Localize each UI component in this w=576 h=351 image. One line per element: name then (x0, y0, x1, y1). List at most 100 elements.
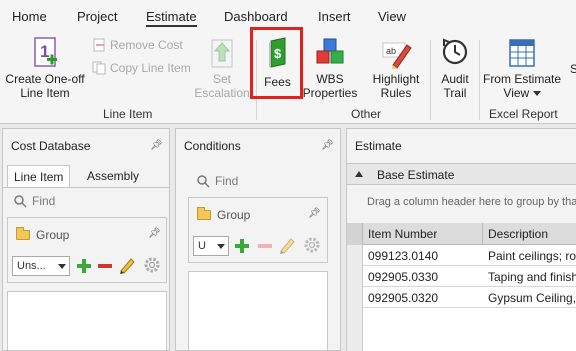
group-label-excel-report: Excel Report (489, 107, 558, 121)
remove-cost-button[interactable]: Remove Cost (92, 38, 183, 52)
remove-icon[interactable] (257, 238, 273, 254)
group-box: Group 📌︎ U (188, 197, 328, 263)
tab-assembly[interactable]: Assembly (81, 165, 145, 187)
edit-pencil-icon[interactable] (118, 256, 136, 274)
collapse-up-icon[interactable] (355, 171, 363, 177)
set-escalation-label-1: Set (212, 72, 231, 86)
gear-icon[interactable] (303, 236, 321, 254)
tab-dashboard[interactable]: Dashboard (224, 9, 288, 24)
wbs-label-1: WBS (316, 72, 344, 86)
group-label: Group (36, 228, 70, 242)
group-label-other: Other (351, 107, 382, 121)
group-drop-area[interactable]: Drag a column header here to group by th… (347, 186, 576, 220)
group-dropdown-value: U (198, 240, 206, 252)
wbs-label-2: Properties (302, 86, 358, 100)
cost-database-panel: Cost Database 📌︎ Line Item Assembly Find… (2, 128, 170, 351)
row-selector (347, 287, 363, 308)
set-escalation-label-2: Escalation (194, 86, 250, 100)
add-icon[interactable] (234, 238, 250, 254)
row-selector (347, 245, 363, 266)
from-estimate-label-2: View (480, 86, 564, 100)
table-row[interactable]: 099123.0140 Paint ceilings; rol (347, 245, 576, 266)
estimate-panel: Estimate Base Estimate Drag a column hea… (346, 128, 576, 351)
edit-pencil-icon[interactable] (278, 236, 296, 254)
add-icon[interactable] (76, 258, 92, 274)
wbs-cubes-icon (316, 38, 344, 64)
conditions-panel: Conditions 📌︎ Find Group 📌︎ U (175, 128, 341, 351)
pin-icon[interactable]: 📌︎ (321, 140, 334, 151)
group-header: Group (16, 227, 70, 242)
create-oneoff-label-2: Line Item (20, 86, 70, 100)
tab-home[interactable]: Home (12, 9, 47, 24)
wbs-properties-button[interactable]: WBS Properties (302, 37, 358, 100)
remove-icon[interactable] (97, 258, 113, 274)
group-drop-hint: Drag a column header here to group by th… (367, 196, 576, 208)
conditions-list (188, 271, 328, 351)
remove-cost-icon (93, 38, 105, 52)
find-placeholder: Find (32, 194, 56, 208)
estimate-title: Estimate (355, 139, 402, 153)
chevron-down-icon (58, 264, 66, 269)
tab-insert[interactable]: Insert (318, 9, 351, 24)
tab-estimate[interactable]: Estimate (146, 9, 197, 27)
from-estimate-view-button[interactable]: From Estimate View (480, 37, 564, 100)
row-description: Gypsum Ceiling, (488, 291, 576, 305)
row-item-number: 092905.0320 (368, 291, 439, 305)
group-dropdown[interactable]: Uns... (12, 256, 70, 276)
base-estimate-header[interactable]: Base Estimate (347, 163, 576, 185)
table-row[interactable]: 092905.0330 Taping and finish (347, 266, 576, 287)
chevron-down-icon (532, 91, 541, 97)
create-oneoff-line-item-button[interactable]: 1 Create One-off Line Item (3, 37, 87, 100)
highlight-rules-button[interactable]: ab Highlight Rules (366, 37, 426, 100)
folder-icon (197, 207, 211, 220)
column-header-description[interactable]: Description (488, 227, 548, 241)
find-row[interactable]: Find (13, 194, 55, 208)
copy-icon (92, 61, 106, 75)
create-oneoff-label-1: Create One-off (5, 72, 85, 86)
chevron-down-icon (217, 244, 225, 249)
group-label: Group (217, 208, 251, 222)
gear-icon[interactable] (143, 256, 161, 274)
ribbon-separator (430, 40, 431, 120)
base-estimate-label: Base Estimate (377, 168, 455, 182)
highlight-rules-label-1: Highlight (372, 72, 420, 86)
group-dropdown-value: Uns... (17, 260, 46, 272)
pin-icon[interactable]: 📌︎ (308, 208, 321, 219)
conditions-title: Conditions (184, 139, 241, 153)
pin-icon[interactable]: 📌︎ (150, 140, 163, 151)
table-row[interactable]: 092905.0320 Gypsum Ceiling, (347, 287, 576, 308)
search-icon (197, 175, 210, 188)
highlight-pen-icon: ab (382, 42, 412, 69)
audit-clock-icon (442, 38, 468, 65)
fees-highlight-box (250, 27, 303, 99)
column-header-item-number[interactable]: Item Number (368, 227, 437, 241)
search-icon (14, 195, 27, 208)
cost-database-list (7, 291, 167, 351)
set-escalation-button[interactable]: Set Escalation (194, 37, 250, 100)
group-dropdown[interactable]: U (193, 236, 229, 256)
row-description: Paint ceilings; rol (488, 249, 576, 263)
svg-text:ab: ab (386, 46, 396, 56)
audit-trail-button[interactable]: Audit Trail (434, 37, 476, 100)
row-selector-header (347, 223, 363, 245)
escalation-icon (211, 39, 233, 68)
tab-project[interactable]: Project (77, 9, 117, 24)
tab-view[interactable]: View (378, 9, 406, 24)
ribbon-partial-label: S (570, 62, 576, 76)
tab-line-item[interactable]: Line Item (7, 165, 71, 187)
pin-icon[interactable]: 📌︎ (148, 228, 161, 239)
folder-icon (16, 227, 30, 240)
new-line-item-icon: 1 (34, 37, 57, 67)
group-box: Group 📌︎ Uns... (7, 217, 167, 283)
group-header: Group (197, 207, 251, 222)
grid-header: Item Number Description (347, 223, 576, 245)
tab-divider (3, 187, 169, 188)
from-estimate-label-1: From Estimate (482, 72, 561, 86)
find-row[interactable]: Find (196, 174, 238, 188)
audit-trail-label-2: Trail (443, 86, 467, 100)
highlight-rules-label-2: Rules (380, 86, 412, 100)
column-divider (482, 223, 483, 245)
row-description: Taping and finish (488, 270, 576, 284)
copy-line-item-label: Copy Line Item (110, 61, 191, 75)
copy-line-item-button[interactable]: Copy Line Item (92, 61, 191, 75)
